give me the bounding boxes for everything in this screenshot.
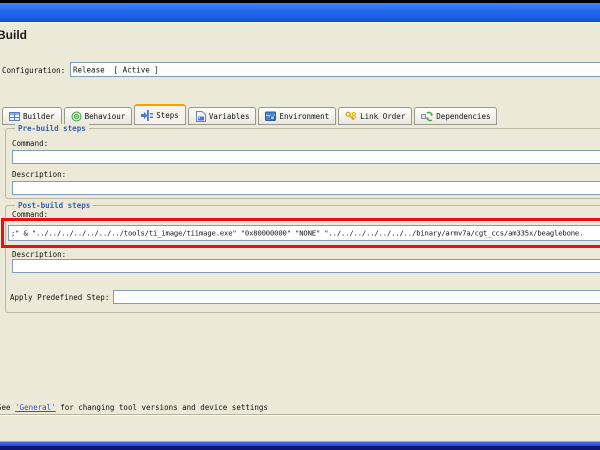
tab-builder[interactable]: Builder (2, 107, 62, 125)
tab-label: Behaviour (85, 112, 126, 121)
postbuild-description-label: Description: (12, 250, 66, 259)
tab-behaviour[interactable]: Behaviour (64, 107, 133, 125)
tab-label: Environment (279, 112, 329, 121)
tab-environment[interactable]: Environment (258, 107, 336, 125)
prebuild-description-input[interactable] (12, 181, 600, 195)
titlebar-highlight (0, 22, 600, 23)
tab-label: Link Order (360, 112, 405, 121)
postbuild-command-value: ;" & "../../../../../../../tools/ti_imag… (11, 229, 583, 238)
window-bottom-border-dark (0, 446, 600, 450)
general-link[interactable]: 'General' (15, 403, 56, 412)
environment-icon (265, 111, 276, 122)
postbuild-steps-title: Post-build steps (15, 201, 93, 210)
title-bar[interactable] (0, 3, 600, 22)
tab-label: Dependencies (436, 112, 490, 121)
configuration-value: Release [ Active ] (73, 65, 159, 74)
apply-predefined-step-label: Apply Predefined Step: (10, 293, 109, 302)
configuration-label: Configuration: (2, 66, 65, 75)
apply-predefined-step-combobox[interactable] (113, 290, 600, 304)
tab-dependencies[interactable]: Dependencies (414, 107, 497, 125)
tab-label: Variables (209, 112, 250, 121)
postbuild-command-input[interactable]: ;" & "../../../../../../../tools/ti_imag… (8, 225, 600, 241)
tab-label: Builder (23, 112, 55, 121)
prebuild-steps-title: Pre-build steps (15, 124, 89, 133)
tab-link-order[interactable]: Link Order (338, 107, 412, 125)
steps-icon (141, 110, 153, 121)
table-icon (9, 111, 20, 122)
prebuild-description-label: Description: (12, 170, 66, 179)
postbuild-description-input[interactable] (12, 259, 600, 273)
footer-note: See 'General' for changing tool versions… (0, 403, 268, 412)
footer-text-before: See (0, 403, 15, 412)
keys-icon (345, 111, 357, 122)
tab-label: Steps (156, 111, 179, 120)
variables-icon (195, 111, 206, 122)
footer-text-after: for changing tool versions and device se… (56, 403, 268, 412)
configuration-combobox[interactable]: Release [ Active ] (70, 62, 600, 77)
page-title: Build (0, 28, 27, 42)
footer-separator (0, 414, 600, 416)
prebuild-command-label: Command: (12, 139, 48, 148)
build-properties-window: Build Configuration: Release [ Active ] … (0, 0, 600, 450)
tab-variables[interactable]: Variables (188, 107, 257, 125)
dependencies-icon (421, 111, 433, 122)
properties-tabbar: Builder Behaviour Steps (2, 104, 497, 125)
tab-steps[interactable]: Steps (134, 104, 186, 125)
prebuild-command-input[interactable] (12, 150, 600, 164)
behaviour-icon (71, 111, 82, 122)
